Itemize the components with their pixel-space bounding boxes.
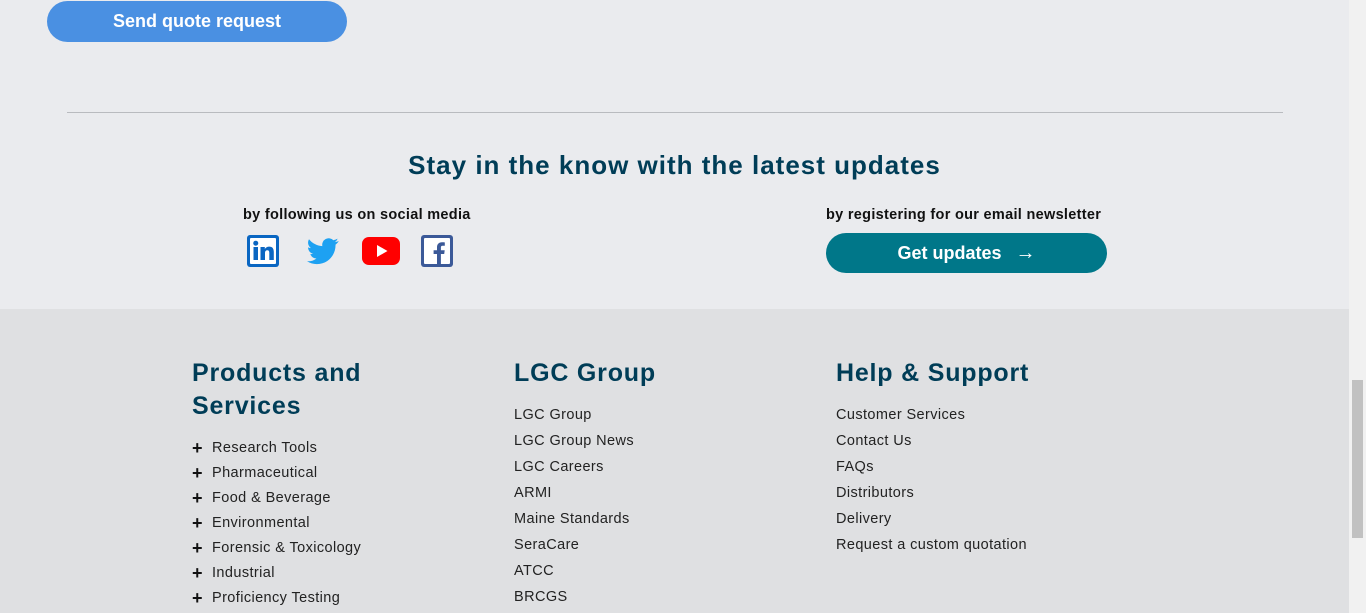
plus-icon: + xyxy=(192,463,203,483)
footer-support-column: Help & Support Customer Services Contact… xyxy=(836,357,1136,563)
footer-link[interactable]: Customer Services xyxy=(836,407,1136,433)
footer-link[interactable]: Request a custom quotation xyxy=(836,537,1136,563)
plus-icon: + xyxy=(192,513,203,533)
support-heading: Help & Support xyxy=(836,359,1030,387)
footer-products-item[interactable]: + Pharmaceutical xyxy=(192,463,452,490)
products-list: + Research Tools + Pharmaceutical + Food & … xyxy=(192,438,452,613)
footer-products-item[interactable]: + Research Tools xyxy=(192,438,452,465)
plus-icon: + xyxy=(192,588,203,608)
arrow-right-icon: → xyxy=(1015,241,1036,264)
footer-link[interactable]: BRCGS xyxy=(514,589,774,613)
footer-link[interactable]: Contact Us xyxy=(836,433,1136,459)
social-media-label: by following us on social media xyxy=(243,207,471,223)
send-quote-request-button[interactable]: Send quote request xyxy=(47,1,347,42)
updates-section: Send quote request Stay in the know with… xyxy=(0,0,1349,309)
footer-link[interactable]: LGC Group News xyxy=(514,433,774,459)
footer-products-item[interactable]: + Food & Beverage xyxy=(192,488,452,515)
footer-products-item[interactable]: + Industrial xyxy=(192,563,452,590)
footer-link[interactable]: LGC Group xyxy=(514,407,774,433)
twitter-icon[interactable] xyxy=(305,235,341,267)
footer-products-item[interactable]: + Forensic & Toxicology xyxy=(192,538,452,565)
get-updates-button[interactable]: Get updates → xyxy=(826,233,1107,273)
footer-link[interactable]: Delivery xyxy=(836,511,1136,537)
footer-link[interactable]: FAQs xyxy=(836,459,1136,485)
footer-lgc-group-column: LGC Group LGC Group LGC Group News LGC C… xyxy=(514,357,774,613)
youtube-icon[interactable] xyxy=(362,237,400,265)
linkedin-icon[interactable] xyxy=(247,235,279,267)
support-list: Customer Services Contact Us FAQs Distri… xyxy=(836,407,1136,563)
footer-link[interactable]: Distributors xyxy=(836,485,1136,511)
social-icons xyxy=(247,235,453,267)
lgc-group-list: LGC Group LGC Group News LGC Careers ARM… xyxy=(514,407,774,613)
footer-products-column: Products and Services + Research Tools + P… xyxy=(192,357,452,613)
scrollbar-thumb[interactable] xyxy=(1352,380,1363,538)
plus-icon: + xyxy=(192,438,203,458)
lgc-group-heading: LGC Group xyxy=(514,359,656,387)
site-footer: Products and Services + Research Tools + P… xyxy=(0,309,1349,613)
footer-link[interactable]: SeraCare xyxy=(514,537,774,563)
section-divider xyxy=(67,112,1283,113)
get-updates-label: Get updates xyxy=(897,242,1002,263)
updates-title: Stay in the know with the latest updates xyxy=(408,150,941,180)
footer-link[interactable]: ATCC xyxy=(514,563,774,589)
plus-icon: + xyxy=(192,563,203,583)
facebook-icon[interactable] xyxy=(421,235,453,267)
footer-link[interactable]: LGC Careers xyxy=(514,459,774,485)
footer-products-item[interactable]: + Proficiency Testing xyxy=(192,588,452,613)
plus-icon: + xyxy=(192,488,203,508)
plus-icon: + xyxy=(192,538,203,558)
footer-link[interactable]: Maine Standards xyxy=(514,511,774,537)
newsletter-label: by registering for our email newsletter xyxy=(826,207,1102,223)
footer-products-item[interactable]: + Environmental xyxy=(192,513,452,540)
products-heading: Products and Services xyxy=(192,359,362,420)
footer-link[interactable]: ARMI xyxy=(514,485,774,511)
